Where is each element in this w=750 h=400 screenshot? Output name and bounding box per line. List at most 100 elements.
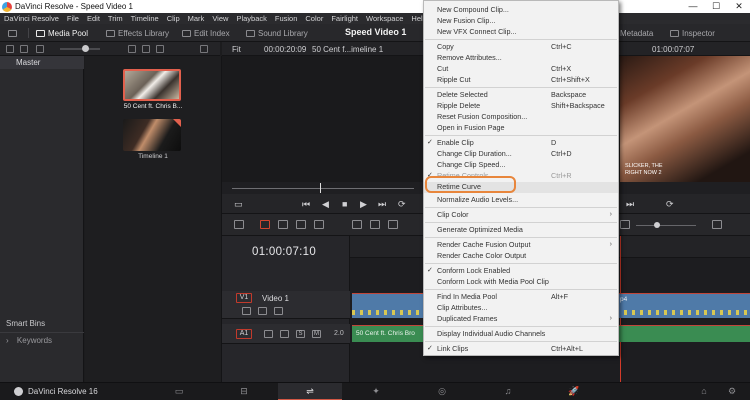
menu-item-ripple-cut[interactable]: Ripple Cut Ctrl+Shift+X (424, 75, 618, 86)
minimize-button[interactable]: — (682, 0, 704, 13)
timeline-thumbnail[interactable] (123, 119, 181, 151)
menu-item-change-clip-speed[interactable]: Change Clip Speed... (424, 160, 618, 171)
menu-item-copy[interactable]: Copy Ctrl+C (424, 42, 618, 53)
fusion-page-icon[interactable]: ✦ (370, 386, 382, 397)
inspector-button[interactable]: Inspector (670, 27, 715, 39)
menu-fairlight[interactable]: Fairlight (327, 14, 362, 23)
zoom-slider-handle[interactable] (654, 222, 660, 228)
menu-playback[interactable]: Playback (232, 14, 270, 23)
menu-edit[interactable]: Edit (83, 14, 104, 23)
bin-list-toggle-icon[interactable] (6, 45, 14, 53)
list-view-icon[interactable] (142, 45, 150, 53)
menu-item-new-compound-clip[interactable]: New Compound Clip... (424, 5, 618, 16)
slider-handle[interactable] (82, 45, 89, 52)
timeline-options-icon[interactable] (234, 220, 244, 229)
menu-view[interactable]: View (208, 14, 232, 23)
menu-item-reset-fusion-composition[interactable]: Reset Fusion Composition... (424, 112, 618, 123)
loop-icon[interactable]: ⟳ (398, 199, 406, 210)
menu-mark[interactable]: Mark (184, 14, 209, 23)
menu-davinci-resolve[interactable]: DaVinci Resolve (0, 14, 63, 23)
auto-select-icon[interactable] (280, 330, 289, 338)
search-icon[interactable] (200, 45, 208, 53)
menu-clip[interactable]: Clip (163, 14, 184, 23)
trim-tool-icon[interactable] (278, 220, 288, 229)
media-pool-button[interactable]: Media Pool (36, 27, 88, 39)
menu-item-conform-lock-enabled[interactable]: ✓ Conform Lock Enabled (424, 266, 618, 277)
menu-color[interactable]: Color (301, 14, 327, 23)
maximize-button[interactable]: ☐ (705, 0, 727, 13)
menu-item-display-individual-audio-channels[interactable]: Display Individual Audio Channels (424, 329, 618, 340)
replace-clip-icon[interactable] (388, 220, 398, 229)
grid-view-icon[interactable] (128, 45, 136, 53)
eye-icon[interactable] (274, 307, 283, 315)
bin-master[interactable]: Master (0, 56, 84, 69)
menu-item-find-in-media-pool[interactable]: Find In Media Pool Alt+F (424, 292, 618, 303)
step-back-icon[interactable]: ◀ (322, 199, 329, 210)
color-page-icon[interactable]: ◎ (436, 386, 448, 397)
solo-button[interactable]: S (296, 330, 305, 338)
next-clip-icon[interactable]: ⏭ (378, 199, 386, 210)
zoom-slider[interactable] (636, 225, 696, 226)
menu-item-remove-attributes[interactable]: Remove Attributes... (424, 53, 618, 64)
viewer-options-icon[interactable]: ▭ (234, 199, 243, 210)
menu-item-duplicated-frames[interactable]: Duplicated Frames › (424, 314, 618, 325)
fairlight-page-icon[interactable]: ♫ (502, 386, 514, 397)
menu-item-link-clips[interactable]: ✓ Link Clips Ctrl+Alt+L (424, 344, 618, 355)
selection-tool-icon[interactable] (260, 220, 270, 229)
menu-item-open-in-fusion-page[interactable]: Open in Fusion Page (424, 123, 618, 134)
next-clip-icon[interactable]: ⏭ (626, 199, 634, 210)
settings-icon[interactable]: ⚙ (726, 386, 738, 397)
lock-icon[interactable] (264, 330, 273, 338)
track-badge-v1[interactable]: V1 (236, 293, 252, 303)
close-button[interactable]: ✕ (728, 0, 750, 13)
play-icon[interactable]: ▶ (360, 199, 367, 210)
menu-item-clip-attributes[interactable]: Clip Attributes... (424, 303, 618, 314)
chevron-down-icon[interactable] (20, 45, 28, 53)
prev-clip-icon[interactable]: ⏮ (302, 199, 310, 210)
menu-item-cut[interactable]: Cut Ctrl+X (424, 64, 618, 75)
menu-timeline[interactable]: Timeline (127, 14, 163, 23)
blade-tool-icon[interactable] (314, 220, 324, 229)
timeline-name-dropdown[interactable]: 50 Cent f...imeline 1 (312, 45, 383, 54)
sound-library-button[interactable]: Sound Library (246, 27, 308, 39)
clip-thumbnail[interactable] (123, 69, 181, 101)
menu-item-conform-lock-with-media-pool-clip[interactable]: Conform Lock with Media Pool Clip (424, 277, 618, 288)
menu-trim[interactable]: Trim (104, 14, 127, 23)
insert-clip-icon[interactable] (352, 220, 362, 229)
menu-item-new-vfx-connect-clip[interactable]: New VFX Connect Clip... (424, 27, 618, 38)
effects-library-button[interactable]: Effects Library (106, 27, 169, 39)
lock-icon[interactable] (242, 307, 251, 315)
zoom-out-icon[interactable] (620, 220, 630, 229)
menu-fusion[interactable]: Fusion (271, 14, 302, 23)
back-arrow-icon[interactable] (36, 45, 44, 53)
toggle-panel-icon[interactable] (8, 27, 17, 39)
media-page-icon[interactable]: ▭ (173, 386, 185, 397)
scrub-playhead[interactable] (320, 183, 321, 193)
zoom-fit-dropdown[interactable]: Fit (232, 45, 241, 54)
menu-item-enable-clip[interactable]: ✓ Enable Clip D (424, 138, 618, 149)
home-icon[interactable]: ⌂ (698, 386, 710, 397)
mute-button[interactable]: M (312, 330, 321, 338)
smart-bin-keywords[interactable]: › Keywords (6, 336, 52, 345)
stop-icon[interactable]: ■ (342, 199, 347, 209)
edit-index-button[interactable]: Edit Index (182, 27, 230, 39)
auto-select-icon[interactable] (258, 307, 267, 315)
menu-item-change-clip-duration[interactable]: Change Clip Duration... Ctrl+D (424, 149, 618, 160)
menu-item-delete-selected[interactable]: Delete Selected Backspace (424, 90, 618, 101)
edit-page-icon[interactable]: ⇌ (304, 386, 316, 397)
menu-item-render-cache-fusion-output[interactable]: Render Cache Fusion Output › (424, 240, 618, 251)
speaker-icon[interactable] (712, 220, 722, 229)
menu-item-normalize-audio-levels[interactable]: Normalize Audio Levels... (424, 195, 618, 206)
menu-item-ripple-delete[interactable]: Ripple Delete Shift+Backspace (424, 101, 618, 112)
overwrite-clip-icon[interactable] (370, 220, 380, 229)
menu-file[interactable]: File (63, 14, 83, 23)
deliver-page-icon[interactable]: 🚀 (568, 386, 580, 397)
menu-item-generate-optimized-media[interactable]: Generate Optimized Media (424, 225, 618, 236)
menu-item-clip-color[interactable]: Clip Color › (424, 210, 618, 221)
cut-page-icon[interactable]: ⊟ (238, 386, 250, 397)
sort-icon[interactable] (156, 45, 164, 53)
menu-item-new-fusion-clip[interactable]: New Fusion Clip... (424, 16, 618, 27)
thumbnail-size-slider[interactable] (60, 48, 100, 50)
menu-workspace[interactable]: Workspace (362, 14, 407, 23)
menu-item-render-cache-color-output[interactable]: Render Cache Color Output (424, 251, 618, 262)
